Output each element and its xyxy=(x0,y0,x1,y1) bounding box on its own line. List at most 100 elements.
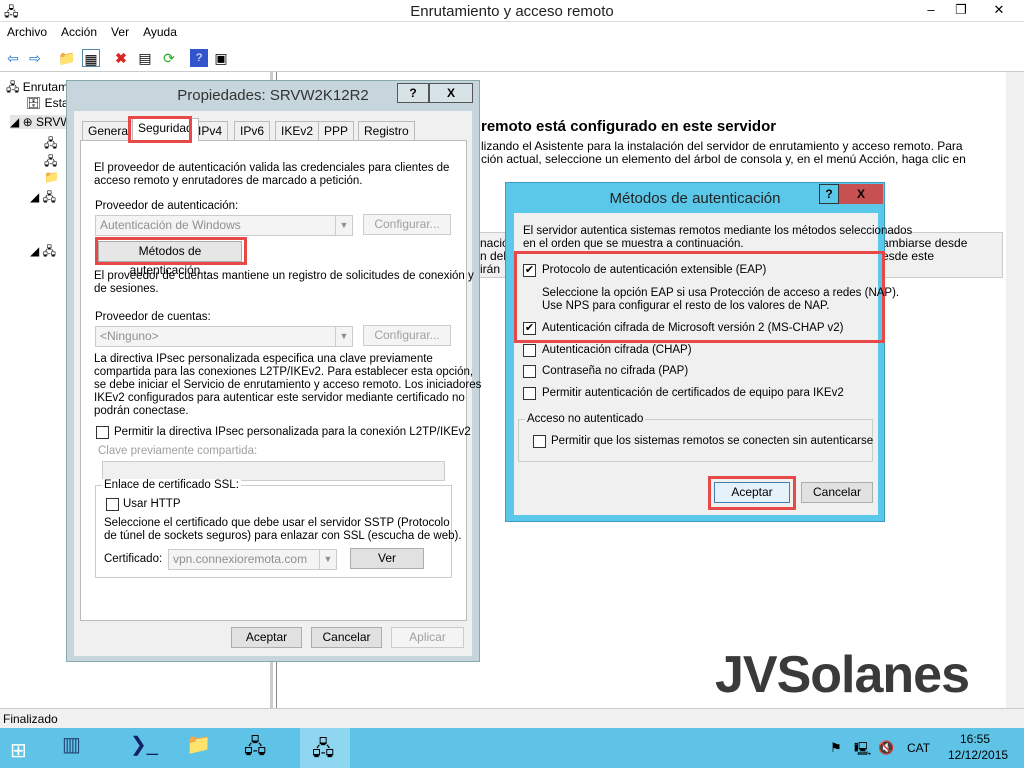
status-bar: Finalizado xyxy=(0,708,1024,728)
tab-ppp[interactable]: PPP xyxy=(318,121,355,140)
ok-button[interactable]: Aceptar xyxy=(231,627,302,648)
ikev2-cert-checkbox[interactable] xyxy=(523,387,536,400)
ikev2-cert-label: Permitir autenticación de certificados d… xyxy=(542,387,844,399)
ipsec-description: compartida para las conexiones L2TP/IKEv… xyxy=(94,366,474,378)
delete-icon[interactable]: ✖ xyxy=(112,49,130,67)
ipsec-description: podrán conectase. xyxy=(94,405,189,417)
main-paragraph: ción actual, seleccione un elemento del … xyxy=(481,152,966,166)
scrollbar[interactable] xyxy=(1006,72,1024,708)
eap-note: Seleccione la opción EAP si usa Protecci… xyxy=(542,287,900,299)
start-button[interactable]: ⊞ xyxy=(10,738,27,763)
chevron-down-icon: ▼ xyxy=(335,216,352,235)
certificate-label: Certificado: xyxy=(104,553,163,565)
cancel-button[interactable]: Cancelar xyxy=(311,627,382,648)
back-icon[interactable]: ⇦ xyxy=(4,49,22,67)
close-button[interactable]: X xyxy=(429,83,473,103)
tab-ikev2[interactable]: IKEv2 xyxy=(275,121,320,140)
volume-muted-icon[interactable]: 🔇 xyxy=(878,740,894,756)
ssl-group-label: Enlace de certificado SSL: xyxy=(102,479,241,492)
network-icon[interactable]: 🖳 xyxy=(854,740,871,762)
up-folder-icon[interactable]: 📁 xyxy=(58,49,76,67)
console-icon[interactable]: ▣ xyxy=(212,49,230,67)
powershell-icon[interactable]: ❯_ xyxy=(130,732,168,764)
window-title: Enrutamiento y acceso remoto xyxy=(410,3,614,20)
use-http-checkbox[interactable] xyxy=(106,498,119,511)
configure-accounting-button[interactable]: Configurar... xyxy=(363,325,451,346)
maximize-button[interactable]: ❐ xyxy=(948,0,974,20)
ipsec-checkbox[interactable] xyxy=(96,426,109,439)
highlight-box xyxy=(128,116,192,143)
watermark-logo: JVSolanes xyxy=(715,646,970,704)
apply-button[interactable]: Aplicar xyxy=(391,627,464,648)
pap-checkbox[interactable] xyxy=(523,365,536,378)
menu-archivo[interactable]: Archivo xyxy=(0,22,54,42)
auth-provider-select[interactable]: Autenticación de Windows ▼ xyxy=(95,215,353,236)
chap-checkbox[interactable] xyxy=(523,344,536,357)
info-text: esde este xyxy=(882,249,935,263)
eap-label: Protocolo de autenticación extensible (E… xyxy=(542,264,767,276)
cancel-button[interactable]: Cancelar xyxy=(801,482,873,503)
server-manager-icon[interactable]: ▥ xyxy=(62,732,100,764)
tree-node-icon[interactable]: ◢ 🖧 xyxy=(30,242,56,263)
main-heading: remoto está configurado en este servidor xyxy=(481,118,777,135)
network-tool-icon[interactable]: 🖧 xyxy=(244,732,282,764)
accounting-provider-label: Proveedor de cuentas: xyxy=(95,311,211,323)
view-certificate-button[interactable]: Ver xyxy=(350,548,424,569)
highlight-box xyxy=(95,237,247,265)
auth-description: El proveedor de autenticación valida las… xyxy=(94,162,450,174)
unauth-label: Permitir que los sistemas remotos se con… xyxy=(551,435,874,447)
menu-bar: Archivo Acción Ver Ayuda xyxy=(0,22,1024,44)
use-http-label: Usar HTTP xyxy=(123,498,181,510)
refresh-icon[interactable]: ⟳ xyxy=(160,49,178,67)
accounting-description: El proveedor de cuentas mantiene un regi… xyxy=(94,270,474,282)
minimize-button[interactable]: ‒ xyxy=(918,0,944,20)
action-center-icon[interactable]: ⚑ xyxy=(830,740,842,756)
close-button[interactable]: X xyxy=(839,184,883,204)
ipsec-description: se debe iniciar el Servicio de enrutamie… xyxy=(94,379,482,391)
ipsec-description: La directiva IPsec personalizada especif… xyxy=(94,353,433,365)
eap-checkbox[interactable]: ✔ xyxy=(523,264,536,277)
folder-icon[interactable]: 📁 xyxy=(44,170,59,184)
pap-label: Contraseña no cifrada (PAP) xyxy=(542,365,689,377)
accounting-provider-select[interactable]: <Ninguno> ▼ xyxy=(95,326,353,347)
help-button[interactable]: ? xyxy=(397,83,429,103)
clock-date[interactable]: 12/12/2015 xyxy=(948,748,1008,762)
tree-node-icon[interactable]: ◢ 🖧 xyxy=(30,188,56,209)
rras-taskbar-icon[interactable]: 🖧 xyxy=(300,728,350,768)
ipsec-description: IKEv2 configurados para autenticar este … xyxy=(94,392,465,404)
properties-icon[interactable]: ▤ xyxy=(136,49,154,67)
language-indicator[interactable]: CAT xyxy=(907,741,930,755)
auth-provider-label: Proveedor de autenticación: xyxy=(95,200,239,212)
chap-label: Autenticación cifrada (CHAP) xyxy=(542,344,692,356)
highlight-box xyxy=(708,476,796,510)
toolbar: ⇦ ⇨ 📁 ▦ ✖ ▤ ⟳ ? ▣ xyxy=(0,44,1024,72)
eap-note: Use NPS para configurar el resto de los … xyxy=(542,300,830,312)
mschapv2-checkbox[interactable]: ✔ xyxy=(523,322,536,335)
tab-ipv6[interactable]: IPv6 xyxy=(234,121,271,140)
show-hide-tree-icon[interactable]: ▦ xyxy=(82,49,100,67)
mschapv2-label: Autenticación cifrada de Microsoft versi… xyxy=(542,322,844,334)
menu-ver[interactable]: Ver xyxy=(104,22,136,42)
chevron-down-icon: ▼ xyxy=(335,327,352,346)
help-button[interactable]: ? xyxy=(819,184,839,204)
accounting-description: de sesiones. xyxy=(94,283,159,295)
psk-input[interactable] xyxy=(102,461,445,481)
close-button[interactable]: ✕ xyxy=(976,0,1022,20)
menu-ayuda[interactable]: Ayuda xyxy=(136,22,184,42)
taskbar: ⊞ ▥ ❯_ 📁 🖧 🖧 ⚑ 🖳 🔇 CAT 16:55 12/12/2015 xyxy=(0,728,1024,768)
forward-icon[interactable]: ⇨ xyxy=(26,49,44,67)
info-text: irán xyxy=(480,262,501,276)
auth-description: acceso remoto y enrutadores de marcado a… xyxy=(94,175,363,187)
window-titlebar: 🖧 Enrutamiento y acceso remoto ‒ ❐ ✕ xyxy=(0,0,1024,22)
configure-auth-button[interactable]: Configurar... xyxy=(363,214,451,235)
psk-label: Clave previamente compartida: xyxy=(98,445,258,457)
help-icon[interactable]: ? xyxy=(190,49,208,67)
explorer-icon[interactable]: 📁 xyxy=(186,732,224,764)
certificate-select[interactable]: vpn.connexioremota.com ▼ xyxy=(168,549,337,570)
ipsec-checkbox-label: Permitir la directiva IPsec personalizad… xyxy=(114,426,471,438)
tab-registro[interactable]: Registro xyxy=(358,121,415,140)
menu-accion[interactable]: Acción xyxy=(54,22,104,42)
clock-time[interactable]: 16:55 xyxy=(960,732,990,746)
auth-methods-description: en el orden que se muestra a continuació… xyxy=(523,238,744,250)
unauth-checkbox[interactable] xyxy=(533,435,546,448)
